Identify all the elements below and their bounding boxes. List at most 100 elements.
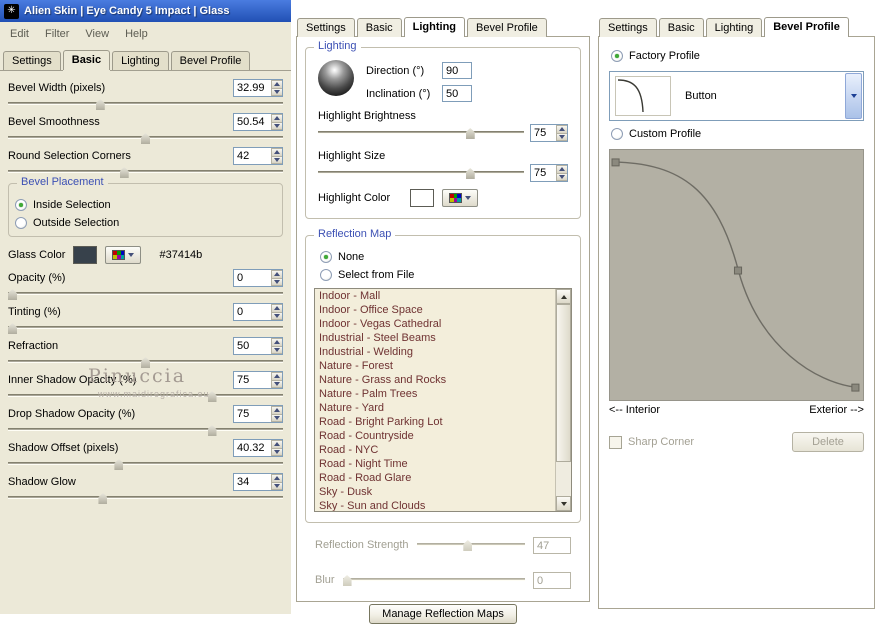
slider-thumb[interactable] xyxy=(95,99,105,110)
slider-thumb[interactable] xyxy=(98,493,108,504)
spinner-buttons[interactable] xyxy=(271,304,282,320)
bevel-profile-curve-editor[interactable] xyxy=(609,149,864,401)
custom-profile-radio[interactable]: Custom Profile xyxy=(609,125,864,143)
slider-thumb[interactable] xyxy=(8,323,17,334)
list-item[interactable]: Industrial - Welding xyxy=(315,345,555,359)
slider-thumb[interactable] xyxy=(119,167,129,178)
value-input[interactable]: 0 xyxy=(233,303,283,321)
slider-thumb[interactable] xyxy=(207,391,217,402)
slider-thumb[interactable] xyxy=(463,540,473,551)
radio-icon[interactable] xyxy=(611,128,623,140)
spinner-buttons[interactable] xyxy=(271,338,282,354)
menu-help[interactable]: Help xyxy=(117,25,156,43)
sharp-corner-checkbox[interactable] xyxy=(609,435,622,449)
spin-down-button[interactable] xyxy=(271,346,282,354)
spin-down-button[interactable] xyxy=(271,380,282,388)
scroll-down-button[interactable] xyxy=(556,496,571,511)
slider-track[interactable] xyxy=(8,322,283,334)
radio-icon[interactable] xyxy=(320,269,332,281)
radio-icon[interactable] xyxy=(15,217,27,229)
scroll-up-button[interactable] xyxy=(556,289,571,304)
slider-track[interactable] xyxy=(8,458,283,470)
manage-reflection-maps-button[interactable]: Manage Reflection Maps xyxy=(369,604,517,624)
spin-down-button[interactable] xyxy=(271,156,282,164)
spinner-buttons[interactable] xyxy=(271,80,282,96)
spin-down-button[interactable] xyxy=(271,122,282,130)
menu-filter[interactable]: Filter xyxy=(37,25,77,43)
spin-up-button[interactable] xyxy=(271,406,282,415)
list-item[interactable]: Nature - Yard xyxy=(315,401,555,415)
spin-up-button[interactable] xyxy=(556,125,567,134)
list-item[interactable]: Indoor - Mall xyxy=(315,289,555,303)
spin-up-button[interactable] xyxy=(556,165,567,174)
glass-color-palette-button[interactable] xyxy=(105,246,142,264)
spinner-buttons[interactable] xyxy=(271,406,282,422)
combo-arrow-button[interactable] xyxy=(845,73,862,119)
menu-view[interactable]: View xyxy=(77,25,117,43)
radio-none[interactable]: None xyxy=(314,248,572,266)
tab-bevel-profile[interactable]: Bevel Profile xyxy=(764,17,849,37)
slider-track[interactable] xyxy=(318,167,524,179)
list-item[interactable]: Sky - Sun and Clouds xyxy=(315,499,555,511)
sharp-corner-option[interactable]: Sharp Corner xyxy=(609,435,694,449)
slider-thumb[interactable] xyxy=(342,575,352,586)
tab-basic[interactable]: Basic xyxy=(658,18,704,37)
value-input[interactable]: 75 xyxy=(233,371,283,389)
direction-input[interactable]: 90 xyxy=(442,62,472,79)
spin-up-button[interactable] xyxy=(271,148,282,157)
radio-select-from-file[interactable]: Select from File xyxy=(314,266,572,284)
tab-settings[interactable]: Settings xyxy=(297,18,355,37)
value-input[interactable]: 34 xyxy=(233,473,283,491)
scroll-thumb[interactable] xyxy=(556,304,571,462)
spin-up-button[interactable] xyxy=(271,338,282,347)
spin-down-button[interactable] xyxy=(556,173,567,181)
spin-up-button[interactable] xyxy=(271,474,282,483)
glass-color-swatch[interactable] xyxy=(73,246,98,264)
slider-thumb[interactable] xyxy=(465,168,475,179)
spin-down-button[interactable] xyxy=(271,278,282,286)
menu-edit[interactable]: Edit xyxy=(2,25,37,43)
tab-bevel-profile[interactable]: Bevel Profile xyxy=(170,51,251,70)
value-input[interactable]: 32.99 xyxy=(233,79,283,97)
tab-lighting[interactable]: Lighting xyxy=(403,17,466,37)
slider-track[interactable] xyxy=(8,98,283,110)
value-input[interactable]: 42 xyxy=(233,147,283,165)
spin-up-button[interactable] xyxy=(271,304,282,313)
slider-track[interactable] xyxy=(342,574,525,586)
highlight-color-swatch[interactable] xyxy=(410,189,434,207)
slider-track[interactable] xyxy=(8,288,283,300)
spinner-buttons[interactable] xyxy=(271,114,282,130)
slider-thumb[interactable] xyxy=(141,357,150,368)
value-input[interactable]: 40.32 xyxy=(233,439,283,457)
spin-down-button[interactable] xyxy=(271,482,282,490)
delete-profile-button[interactable]: Delete xyxy=(792,432,864,452)
radio-icon[interactable] xyxy=(611,50,623,62)
value-input[interactable]: 75 xyxy=(530,164,568,182)
tab-settings[interactable]: Settings xyxy=(599,18,657,37)
tab-settings[interactable]: Settings xyxy=(3,51,61,70)
spinner-buttons[interactable] xyxy=(271,440,282,456)
value-input[interactable]: 50.54 xyxy=(233,113,283,131)
slider-track[interactable] xyxy=(416,539,525,551)
spin-up-button[interactable] xyxy=(271,114,282,123)
inclination-input[interactable]: 50 xyxy=(442,85,472,102)
slider-thumb[interactable] xyxy=(114,459,124,470)
spinner-buttons[interactable] xyxy=(271,270,282,286)
radio-icon[interactable] xyxy=(15,199,27,211)
radio-icon[interactable] xyxy=(320,251,332,263)
spin-down-button[interactable] xyxy=(271,414,282,422)
list-item[interactable]: Indoor - Vegas Cathedral xyxy=(315,317,555,331)
spin-up-button[interactable] xyxy=(271,80,282,89)
value-input[interactable]: 50 xyxy=(233,337,283,355)
radio-inside-selection[interactable]: Inside Selection xyxy=(9,196,282,214)
list-item[interactable]: Indoor - Office Space xyxy=(315,303,555,317)
slider-track[interactable] xyxy=(8,424,283,436)
list-item[interactable]: Road - Road Glare xyxy=(315,471,555,485)
tab-lighting[interactable]: Lighting xyxy=(112,51,169,70)
spin-up-button[interactable] xyxy=(271,372,282,381)
highlight-color-palette-button[interactable] xyxy=(442,189,478,207)
tab-bevel-profile[interactable]: Bevel Profile xyxy=(467,18,547,37)
spin-up-button[interactable] xyxy=(271,270,282,279)
list-item[interactable]: Industrial - Steel Beams xyxy=(315,331,555,345)
reflection-map-listbox[interactable]: Indoor - Mall Indoor - Office Space Indoor… xyxy=(314,288,572,512)
